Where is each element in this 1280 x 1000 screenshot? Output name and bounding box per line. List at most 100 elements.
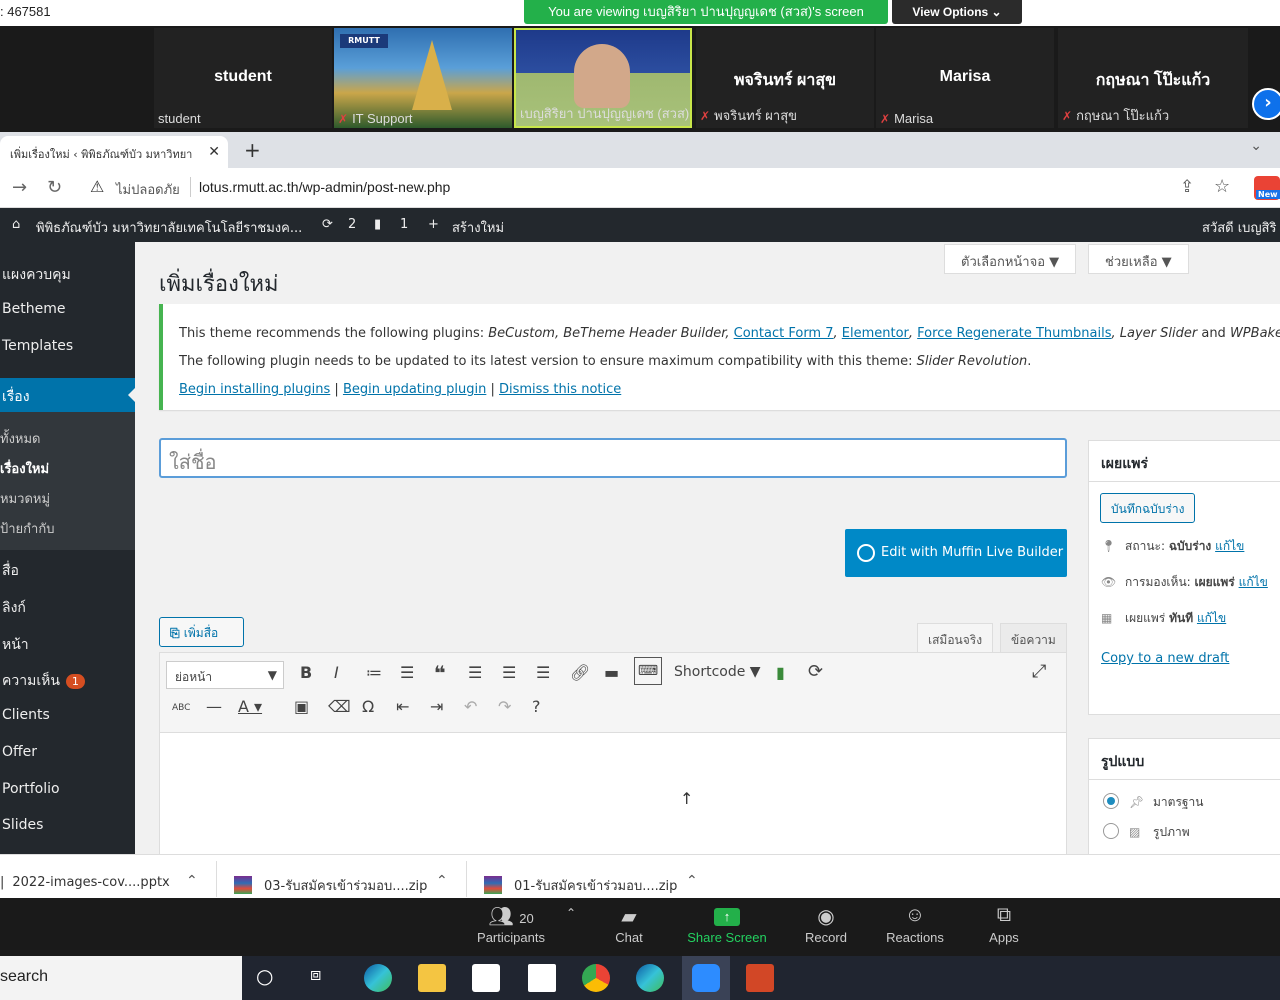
powerpoint-icon[interactable] (746, 964, 774, 992)
refresh-icon[interactable]: ⟳ (808, 661, 823, 682)
participants-button[interactable]: 👥︎ 20 Participants (466, 904, 556, 945)
sidebar-item-clients[interactable]: Clients (2, 707, 50, 723)
screen-options-button[interactable]: ตัวเลือกหน้าจอ ▼ (944, 244, 1077, 274)
save-draft-button[interactable]: บันทึกฉบับร่าง (1100, 493, 1196, 523)
format-radio-standard[interactable] (1103, 793, 1119, 809)
submenu-add-new[interactable]: เรื่องใหม่ (0, 458, 49, 479)
chevron-up-icon[interactable]: ⌃ (686, 873, 698, 889)
reactions-button[interactable]: ☺ Reactions (870, 904, 960, 945)
align-right-icon[interactable]: ☰ (536, 663, 550, 682)
insecure-label[interactable]: ไม่ปลอดภัย (116, 179, 180, 200)
begin-updating-link[interactable]: Begin updating plugin (343, 382, 486, 397)
close-icon[interactable]: ✕ (208, 144, 220, 160)
sidebar-item-posts[interactable]: เรื่อง (0, 378, 136, 412)
share-screen-button[interactable]: ↑ Share Screen (682, 904, 772, 945)
format-select[interactable]: ย่อหน้า ▼ (166, 661, 284, 689)
file-explorer-icon[interactable] (418, 964, 446, 992)
chevron-up-icon[interactable]: ⌃ (186, 873, 198, 889)
chevron-up-icon[interactable]: ⌃ (566, 906, 576, 920)
participant-tile[interactable]: พจรินทร์ ผาสุข ✗ พจรินทร์ ผาสุข (696, 28, 874, 128)
zoom-icon[interactable] (692, 964, 720, 992)
comments-count[interactable]: 1 (400, 217, 408, 232)
sidebar-item-betheme[interactable]: Betheme (2, 301, 65, 317)
new-tab-icon[interactable]: + (244, 138, 261, 162)
download-item[interactable]: | 2022-images-cov....pptx (0, 875, 170, 890)
special-char-icon[interactable]: Ω (362, 697, 374, 716)
undo-icon[interactable]: ↶ (464, 697, 477, 716)
task-view-icon[interactable]: ⧈ (310, 964, 338, 992)
add-media-button[interactable]: ⎘ เพิ่มสื่อ (159, 617, 244, 647)
indent-icon[interactable]: ⇥ (430, 697, 443, 716)
updates-count[interactable]: 2 (348, 217, 356, 232)
help-icon[interactable]: ? (532, 697, 541, 716)
paste-text-icon[interactable]: ▣ (294, 697, 309, 716)
align-center-icon[interactable]: ☰ (502, 663, 516, 682)
chrome-icon[interactable] (582, 964, 610, 992)
copy-draft-link[interactable]: Copy to a new draft (1101, 651, 1229, 666)
sidebar-item-offer[interactable]: Offer (2, 744, 37, 760)
site-name[interactable]: พิพิธภัณฑ์บัว มหาวิทยาลัยเทคโนโลยีราชมงค… (36, 217, 302, 238)
download-item[interactable]: 01-รับสมัครเข้าร่วมอบ....zip (484, 875, 677, 896)
warning-icon[interactable]: ⚠ (90, 177, 104, 196)
mail-icon[interactable] (528, 964, 556, 992)
record-button[interactable]: ◉ Record (781, 904, 871, 945)
edge-icon[interactable] (364, 964, 392, 992)
outdent-icon[interactable]: ⇤ (396, 697, 409, 716)
plugin-link[interactable]: Elementor (842, 326, 909, 341)
greeting[interactable]: สวัสดี เบญสิริ (1202, 217, 1276, 238)
plugin-link[interactable]: Force Regenerate Thumbnails (917, 326, 1111, 341)
blockquote-icon[interactable]: ❝ (434, 661, 446, 685)
cortana-icon[interactable]: ○ (256, 964, 284, 992)
italic-icon[interactable]: I (334, 663, 339, 682)
plus-icon[interactable]: + (428, 217, 439, 232)
text-color-icon[interactable]: A ▾ (238, 697, 262, 716)
sidebar-item-comments[interactable]: ความเห็น 1 (2, 670, 85, 692)
shortcode-dropdown[interactable]: Shortcode ▼ (674, 664, 761, 680)
edit-visibility-link[interactable]: แก้ไข (1239, 575, 1268, 589)
share-icon[interactable]: ⇪ (1180, 177, 1194, 197)
toolbar-toggle-icon[interactable]: ⌨ (634, 657, 662, 685)
submenu-categories[interactable]: หมวดหมู่ (0, 488, 50, 509)
tab-visual[interactable]: เสมือนจริง (917, 623, 994, 653)
chat-button[interactable]: ▰ Chat (584, 904, 674, 945)
dismiss-notice-link[interactable]: Dismiss this notice (499, 382, 621, 397)
sidebar-item-media[interactable]: สื่อ (2, 560, 19, 582)
sidebar-item-slides[interactable]: Slides (2, 817, 43, 833)
comment-icon[interactable]: ▮ (374, 217, 381, 232)
sidebar-item-dashboard[interactable]: แผงควบคุม (2, 264, 71, 286)
edit-status-link[interactable]: แก้ไข (1215, 539, 1244, 553)
sidebar-item-links[interactable]: ลิงก์ (2, 597, 26, 619)
active-speaker-tile[interactable]: เบญสิริยา ปานปุญญเดช (สวส) (514, 28, 692, 128)
strikethrough-icon[interactable]: ABC (172, 703, 190, 713)
forward-icon[interactable]: → (12, 177, 27, 198)
muffin-builder-button[interactable]: Edit with Muffin Live Builder (845, 529, 1067, 577)
apps-button[interactable]: ⧉ Apps (959, 904, 1049, 945)
tab-text[interactable]: ข้อความ (1000, 623, 1067, 653)
star-icon[interactable]: ☆ (1214, 176, 1230, 197)
read-more-icon[interactable]: ▬ (604, 663, 619, 682)
bold-icon[interactable]: B (300, 663, 312, 682)
participant-tile[interactable]: กฤษณา โป๊ะแก้ว ✗ กฤษณา โป๊ะแก้ว (1058, 28, 1248, 128)
bullet-list-icon[interactable]: ≔ (366, 663, 382, 682)
submenu-all-posts[interactable]: ทั้งหมด (0, 428, 41, 449)
horizontal-line-icon[interactable]: — (206, 697, 222, 716)
fullscreen-icon[interactable]: ⤢ (1032, 661, 1046, 682)
help-button[interactable]: ช่วยเหลือ ▼ (1088, 244, 1189, 274)
sidebar-item-portfolio[interactable]: Portfolio (2, 781, 60, 797)
format-radio-image[interactable] (1103, 823, 1119, 839)
redo-icon[interactable]: ↷ (498, 697, 511, 716)
participant-tile[interactable]: student student (154, 28, 332, 128)
edge-icon[interactable] (636, 964, 664, 992)
clear-format-icon[interactable]: ⌫ (328, 697, 351, 716)
edit-schedule-link[interactable]: แก้ไข (1197, 611, 1226, 625)
chevron-down-icon[interactable]: ⌄ (1250, 138, 1262, 154)
post-title-input[interactable]: ใส่ชื่อ (159, 438, 1067, 478)
participant-tile[interactable]: Marisa ✗ Marisa (876, 28, 1054, 128)
link-icon[interactable]: 🔗︎ (570, 663, 590, 682)
store-icon[interactable] (472, 964, 500, 992)
sidebar-item-pages[interactable]: หน้า (2, 634, 29, 656)
sidebar-item-templates[interactable]: Templates (2, 338, 73, 354)
reload-icon[interactable]: ↻ (47, 177, 62, 198)
align-left-icon[interactable]: ☰ (468, 663, 482, 682)
numbered-list-icon[interactable]: ☰ (400, 663, 414, 682)
